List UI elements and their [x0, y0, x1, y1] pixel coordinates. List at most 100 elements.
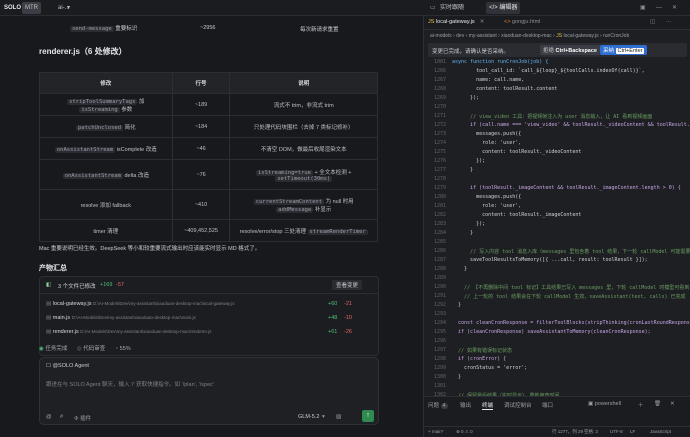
more-icon[interactable]: ⋯ [666, 19, 672, 25]
code-line: tool_call_id: `call_${loop}_${toolCalls.… [452, 68, 645, 74]
changes-table: 修改 行号 说明 stripToolSummaryTags 加 isStreami… [39, 72, 378, 242]
code-line: const cleanCronResponse = filterToolBloc… [452, 320, 690, 326]
image-icon[interactable]: ▨ [336, 414, 341, 420]
tab-gongju[interactable]: <> gongju.html [504, 19, 540, 25]
minimize-icon[interactable]: — [656, 2, 662, 14]
html-icon: <> [504, 19, 512, 25]
mod-cell: patchUnclosed 简化 [39, 115, 173, 138]
code-line: // 写入内容 tool 消息入库（messages 里包含着 tool 结果，… [452, 249, 690, 255]
close-icon[interactable]: ✕ [672, 2, 677, 14]
chevron-down-icon[interactable]: ▾ [67, 2, 70, 14]
close-panel-icon[interactable]: ✕ [670, 401, 675, 407]
file-removed: -10 [344, 315, 352, 321]
section-title: renderer.js（6 处修改） [39, 47, 127, 56]
breadcrumb-item[interactable]: runCronJob [603, 33, 629, 39]
line-number: 1277 [433, 167, 446, 173]
line-number: 1290 [433, 284, 446, 290]
method-value: ~2956 [200, 25, 216, 31]
task-status[interactable]: 任务完成 [45, 346, 67, 352]
plugin-button[interactable]: ✣ 插件 [74, 414, 91, 422]
app-logo: SOLO [4, 5, 22, 11]
cell-text: 简化 [124, 124, 136, 131]
panel-tab-problems[interactable]: 问题 4 [428, 401, 448, 409]
add-terminal-icon[interactable]: ＋ [638, 401, 644, 409]
desc-cell: 不清空 DOM，做最后收尾渲染文本 [229, 137, 378, 160]
model-selector[interactable]: GLM-5.2 [298, 414, 319, 420]
chevron-down-icon[interactable]: ▾ [322, 414, 325, 420]
error-count[interactable]: ⊗ 0 ⚠ 0 [456, 429, 473, 435]
code-chip: streamRenderTimer [307, 228, 368, 235]
send-button[interactable]: ↑ [362, 410, 374, 422]
app-tag[interactable]: MTR [22, 2, 41, 14]
cell-text: isComplete 改造 [116, 146, 157, 153]
panel-tab-output[interactable]: 输出 [460, 401, 471, 409]
mod-cell: timer 清理 [39, 219, 173, 242]
line-cell: ~409,452,525 [171, 219, 231, 242]
split-icon[interactable]: ◫ [650, 19, 655, 25]
agent-chip[interactable]: ☐ @SOLO Agent [46, 363, 89, 369]
view-changes-button[interactable]: 查看变更 [332, 280, 363, 290]
line-number: 1270 [433, 104, 446, 110]
code-line: } [452, 302, 462, 308]
indent-setting[interactable]: 空格: 2 [584, 429, 598, 435]
breadcrumb-item[interactable]: my-assistant [469, 33, 497, 39]
reject-shortcut: Ctrl+Backspace [555, 48, 597, 54]
code-line: if (toolResult._imageContent && toolResu… [452, 185, 681, 191]
table-header: 修改 行号 说明 [39, 72, 378, 94]
line-number: 1297 [433, 347, 446, 353]
accept-button[interactable]: 采纳 Ctrl+Enter [600, 45, 648, 55]
cursor-position[interactable]: 行 1277，列 29 [552, 429, 583, 435]
layout-icon[interactable]: ▣ [640, 2, 646, 14]
file-row[interactable]: ▤ main.js D:\AI-Models\Dev\my-assistant\… [46, 315, 376, 325]
language-mode[interactable]: JavaScript [650, 429, 671, 434]
line-number: 1292 [433, 302, 446, 308]
mention-button[interactable]: @ [46, 414, 52, 420]
line-number: 1301 [433, 383, 446, 389]
tab-editor[interactable]: </> 编辑器 [486, 2, 521, 14]
chat-input[interactable]: 跟进在与 SOLO Agent 聊天，输入 '/' 获取快捷指令。如 '/pla… [46, 380, 366, 388]
branch-status[interactable]: ⑂ main* [428, 429, 443, 434]
file-row[interactable]: ▤ local-gateway.js D:\AI-Models\Dev\my-a… [46, 301, 376, 311]
line-number: 1269 [433, 95, 446, 101]
code-editor[interactable]: 1081 async function runCronJob(job) {1266… [424, 59, 690, 407]
code-chip: isStreaming [79, 106, 120, 113]
eol[interactable]: LF [630, 429, 635, 434]
breadcrumb-item[interactable]: ai-models [430, 33, 452, 39]
line-number: 1268 [433, 86, 446, 92]
file-path: D:\AI-Models\Dev\my-assistant\xiaoduan-d… [80, 329, 212, 334]
check-icon: ◉ [39, 346, 44, 352]
review-icon: ◎ [76, 346, 82, 352]
line-number: 1294 [433, 320, 446, 326]
accept-message: 变更已完成，请确认是否采纳。 [432, 49, 510, 55]
close-icon[interactable]: ✕ [480, 19, 485, 25]
review-link[interactable]: 代码审查 [83, 346, 105, 352]
code-line: messages.push({ [452, 131, 522, 137]
panel-tab-ports[interactable]: 端口 [542, 401, 553, 409]
line-number: 1286 [433, 248, 446, 254]
file-row[interactable]: ▤ renderer.js D:\AI-Models\Dev\my-assist… [46, 329, 376, 339]
progress-icon: ◔ [114, 346, 119, 352]
line-cell: ~46 [171, 137, 231, 160]
mod-cell: stripToolSummaryTags 加 isStreaming 参数 [39, 93, 173, 116]
tab-local-gateway[interactable]: JS local-gateway.js ✕ [428, 19, 484, 25]
trash-icon[interactable]: 🗑 [654, 401, 661, 407]
tab-follow[interactable]: 实时跟随 [440, 2, 464, 14]
reject-button[interactable]: 拒绝 Ctrl+Backspace [540, 45, 600, 55]
breadcrumb-item[interactable]: local-gateway.js [563, 33, 598, 39]
line-number: 1295 [433, 329, 446, 335]
panel-tab-debug[interactable]: 调试控制台 [504, 401, 532, 409]
line-number: 1296 [433, 338, 446, 344]
code-line: if (cleanCronResponse) saveAssistantToMe… [452, 329, 651, 335]
file-removed: -21 [344, 301, 352, 307]
bottom-panel: 问题 4 输出 终端 调试控制台 端口 ▣ powershell ＋ 🗑 ✕ [424, 396, 690, 426]
terminal-selector[interactable]: ▣ powershell [588, 401, 621, 407]
code-line: } [452, 230, 474, 236]
encoding[interactable]: UTF-8 [610, 429, 623, 434]
breadcrumb: ai-models › dev › my-assistant › xiaodua… [430, 33, 630, 39]
editor-tabs: JS local-gateway.js ✕ <> gongju.html ◫ ⋯ [424, 16, 690, 30]
breadcrumb-item[interactable]: dev [456, 33, 464, 39]
line-cell: ~76 [171, 159, 231, 190]
breadcrumb-item[interactable]: xiaoduan-desktop-mac [501, 33, 552, 39]
panel-tab-terminal[interactable]: 终端 [482, 401, 494, 410]
hash-button[interactable]: # [60, 414, 63, 420]
